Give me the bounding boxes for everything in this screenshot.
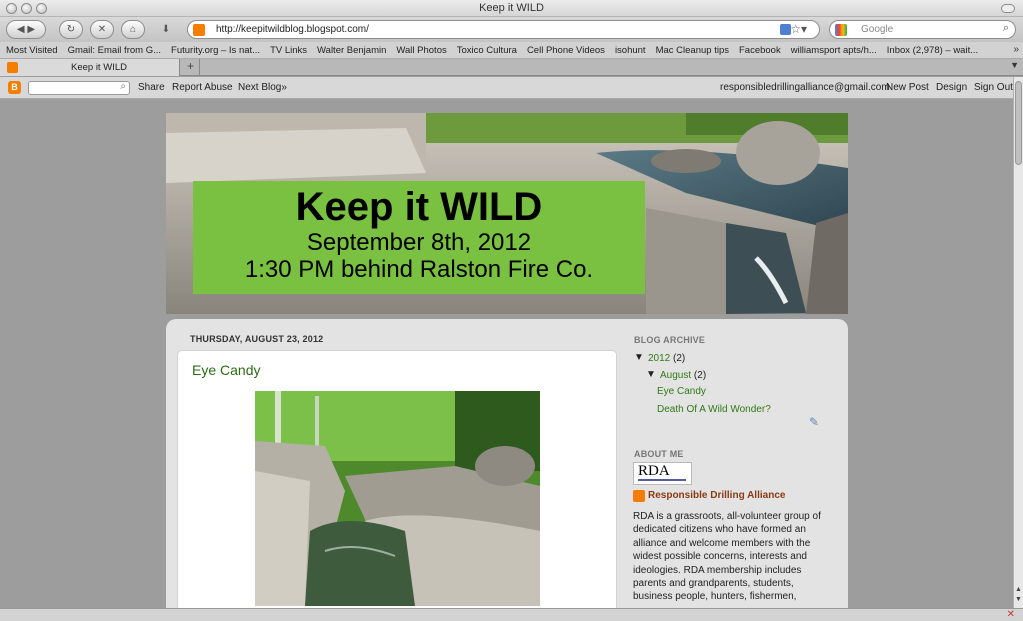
back-arrow-icon[interactable]: ◀ bbox=[17, 24, 25, 35]
share-link[interactable]: Share bbox=[138, 82, 165, 93]
home-button[interactable]: ⌂ bbox=[121, 20, 145, 39]
blogger-favicon-icon bbox=[193, 24, 205, 36]
reload-icon: ↻ bbox=[66, 24, 76, 35]
about-description: RDA is a grassroots, all-volunteer group… bbox=[633, 511, 821, 603]
search-icon[interactable]: ⌕ bbox=[120, 81, 126, 92]
year-label[interactable]: 2012 bbox=[648, 353, 670, 364]
back-forward-button[interactable]: ◀ ▶ bbox=[6, 20, 46, 39]
bookmark-item[interactable]: Wall Photos bbox=[396, 45, 446, 56]
blogger-navbar: B ⌕ Share Report Abuse Next Blog» respon… bbox=[0, 77, 1013, 99]
rda-logo[interactable]: RDA bbox=[633, 462, 692, 485]
banner-title: Keep it WILD bbox=[295, 185, 543, 229]
creek-photo bbox=[255, 391, 540, 606]
stop-button[interactable]: ✕ bbox=[90, 20, 114, 39]
month-label[interactable]: August bbox=[660, 370, 691, 381]
bookmark-star-icon[interactable]: ☆▾ bbox=[790, 22, 807, 36]
toolbar-toggle-icon[interactable] bbox=[1001, 4, 1015, 13]
archive-month-link[interactable]: August (2) bbox=[660, 370, 706, 381]
expand-year-icon[interactable]: ▼ bbox=[634, 352, 644, 363]
post-date-header: THURSDAY, AUGUST 23, 2012 bbox=[190, 334, 324, 344]
bookmark-item[interactable]: Mac Cleanup tips bbox=[656, 45, 729, 56]
addon-button[interactable]: ⬇ bbox=[152, 20, 180, 39]
account-email: responsibledrillingalliance@gmail.com bbox=[720, 82, 890, 93]
search-bar[interactable]: Google ⌕ bbox=[829, 20, 1016, 39]
about-me-heading: ABOUT ME bbox=[634, 449, 684, 459]
bookmark-item[interactable]: Gmail: Email from G... bbox=[68, 45, 161, 56]
bookmark-item[interactable]: Inbox (2,978) – wait... bbox=[887, 45, 978, 56]
year-count: (2) bbox=[673, 353, 686, 364]
search-icon[interactable]: ⌕ bbox=[1003, 22, 1009, 35]
scroll-up-icon[interactable]: ▲ bbox=[1015, 586, 1022, 593]
new-post-link[interactable]: New Post bbox=[886, 82, 929, 93]
bookmarks-overflow-icon[interactable]: » bbox=[1013, 44, 1019, 55]
profile-name-link[interactable]: Responsible Drilling Alliance bbox=[648, 490, 785, 501]
banner-time: 1:30 PM behind Ralston Fire Co. bbox=[244, 256, 594, 283]
bookmark-item[interactable]: isohunt bbox=[615, 45, 646, 56]
banner-date: September 8th, 2012 bbox=[306, 229, 532, 256]
scroll-down-icon[interactable]: ▼ bbox=[1015, 596, 1022, 603]
archive-year-link[interactable]: 2012 (2) bbox=[648, 353, 685, 364]
bookmark-item[interactable]: TV Links bbox=[270, 45, 307, 56]
home-icon: ⌂ bbox=[129, 24, 137, 35]
blog-content: THURSDAY, AUGUST 23, 2012 Eye Candy BLOG… bbox=[166, 319, 848, 608]
window-titlebar: Keep it WILD bbox=[0, 0, 1023, 17]
tab-label[interactable]: Keep it WILD bbox=[71, 62, 127, 73]
archive-post-link[interactable]: Death Of A Wild Wonder? bbox=[657, 404, 771, 415]
navigation-toolbar: ◀ ▶ ↻ ✕ ⌂ ⬇ http://keepitwildblog.blogsp… bbox=[0, 17, 1023, 42]
bookmark-item[interactable]: Futurity.org – Is nat... bbox=[171, 45, 260, 56]
tab-list-icon[interactable]: ▼ bbox=[1010, 60, 1019, 70]
reload-button[interactable]: ↻ bbox=[59, 20, 83, 39]
blogger-favicon-icon bbox=[7, 62, 18, 73]
search-placeholder[interactable]: Google bbox=[861, 24, 893, 35]
post-image[interactable] bbox=[255, 391, 540, 606]
scrollbar-thumb[interactable] bbox=[1015, 81, 1022, 165]
expand-month-icon[interactable]: ▼ bbox=[646, 369, 656, 380]
new-tab-button[interactable]: + bbox=[182, 59, 200, 75]
url-bar[interactable]: http://keepitwildblog.blogspot.com/ ☆▾ bbox=[187, 20, 820, 39]
archive-post-link[interactable]: Eye Candy bbox=[657, 386, 706, 397]
bookmark-item[interactable]: Walter Benjamin bbox=[317, 45, 386, 56]
bookmarks-bar: Most Visited Gmail: Email from G... Futu… bbox=[0, 42, 1023, 59]
sign-out-link[interactable]: Sign Out bbox=[974, 82, 1013, 93]
blog-search-input[interactable]: ⌕ bbox=[28, 81, 130, 95]
event-banner: Keep it WILD September 8th, 2012 1:30 PM… bbox=[193, 181, 645, 294]
tab-keep-it-wild[interactable]: Keep it WILD bbox=[0, 59, 180, 76]
tab-strip: Keep it WILD + ▼ bbox=[0, 59, 1023, 76]
blog-archive-heading: BLOG ARCHIVE bbox=[634, 335, 706, 345]
bookmark-item[interactable]: williamsport apts/h... bbox=[791, 45, 877, 56]
design-link[interactable]: Design bbox=[936, 82, 967, 93]
google-engine-icon[interactable] bbox=[835, 24, 847, 36]
window-title: Keep it WILD bbox=[479, 2, 544, 14]
blogger-logo-icon[interactable]: B bbox=[8, 81, 21, 94]
stop-icon: ✕ bbox=[97, 24, 107, 35]
bookmark-item[interactable]: Most Visited bbox=[6, 45, 58, 56]
status-bar: ✕ bbox=[0, 608, 1023, 621]
rda-logo-underline bbox=[638, 479, 686, 481]
post-card: Eye Candy bbox=[177, 350, 617, 608]
blogger-profile-icon bbox=[633, 490, 645, 502]
post-title-link[interactable]: Eye Candy bbox=[192, 362, 260, 378]
url-text[interactable]: http://keepitwildblog.blogspot.com/ bbox=[216, 24, 369, 35]
addon-status-icon[interactable]: ✕ bbox=[1007, 609, 1015, 620]
month-count: (2) bbox=[693, 370, 707, 381]
page-scrollbar[interactable]: ▲ ▼ bbox=[1013, 77, 1023, 608]
next-blog-link[interactable]: Next Blog» bbox=[238, 82, 287, 93]
forward-arrow-icon[interactable]: ▶ bbox=[27, 24, 35, 35]
bookmark-item[interactable]: Facebook bbox=[739, 45, 781, 56]
bookmark-item[interactable]: Cell Phone Videos bbox=[527, 45, 605, 56]
bookmark-item[interactable]: Toxico Cultura bbox=[457, 45, 517, 56]
edit-gadget-icon[interactable]: ✎ bbox=[809, 415, 819, 429]
addon-icon: ⬇ bbox=[161, 24, 171, 35]
rda-logo-text: RDA bbox=[638, 463, 670, 479]
report-abuse-link[interactable]: Report Abuse bbox=[172, 82, 233, 93]
